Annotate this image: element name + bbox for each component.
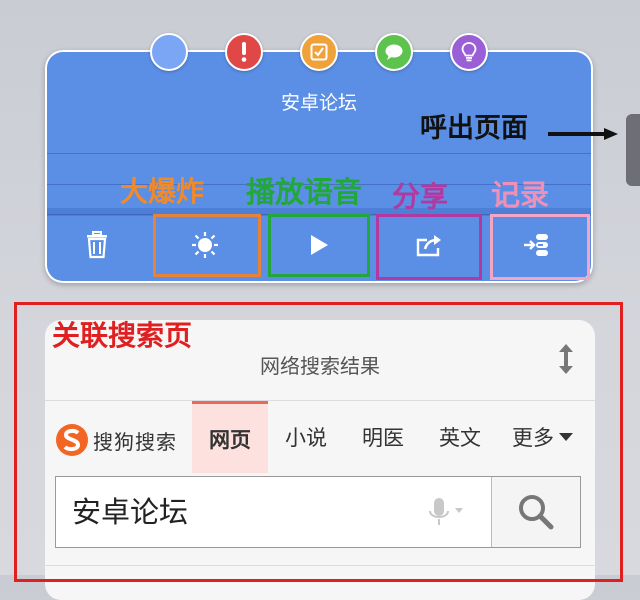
voice-annotation: 播放语音	[246, 175, 363, 209]
green-tab[interactable]	[375, 33, 413, 71]
delete-button[interactable]	[45, 214, 149, 276]
explode-annotation: 大爆炸	[120, 175, 205, 208]
trash-icon	[87, 231, 107, 259]
voice-highlight	[268, 214, 370, 277]
orange-tab[interactable]	[300, 33, 338, 71]
record-annotation: 记录	[491, 178, 550, 212]
share-highlight	[376, 214, 482, 280]
callout-annotation: 呼出页面	[420, 113, 528, 144]
red-tab[interactable]	[225, 33, 263, 71]
card-title: 安卓论坛	[280, 92, 357, 114]
callout-arrow-icon	[548, 128, 618, 140]
edit-check-icon	[310, 43, 328, 61]
side-handle[interactable]	[626, 114, 640, 186]
share-annotation: 分享	[392, 180, 449, 213]
purple-tab[interactable]	[450, 33, 488, 71]
blue-tab[interactable]	[150, 33, 188, 71]
lightbulb-icon	[461, 42, 477, 62]
color-tabs	[0, 0, 640, 80]
exclamation-icon	[241, 42, 247, 62]
divider	[47, 153, 591, 154]
record-highlight	[490, 214, 590, 280]
chat-bubble-icon	[385, 44, 403, 60]
related-annotation: 关联搜索页	[52, 319, 193, 352]
explode-highlight	[153, 214, 261, 277]
